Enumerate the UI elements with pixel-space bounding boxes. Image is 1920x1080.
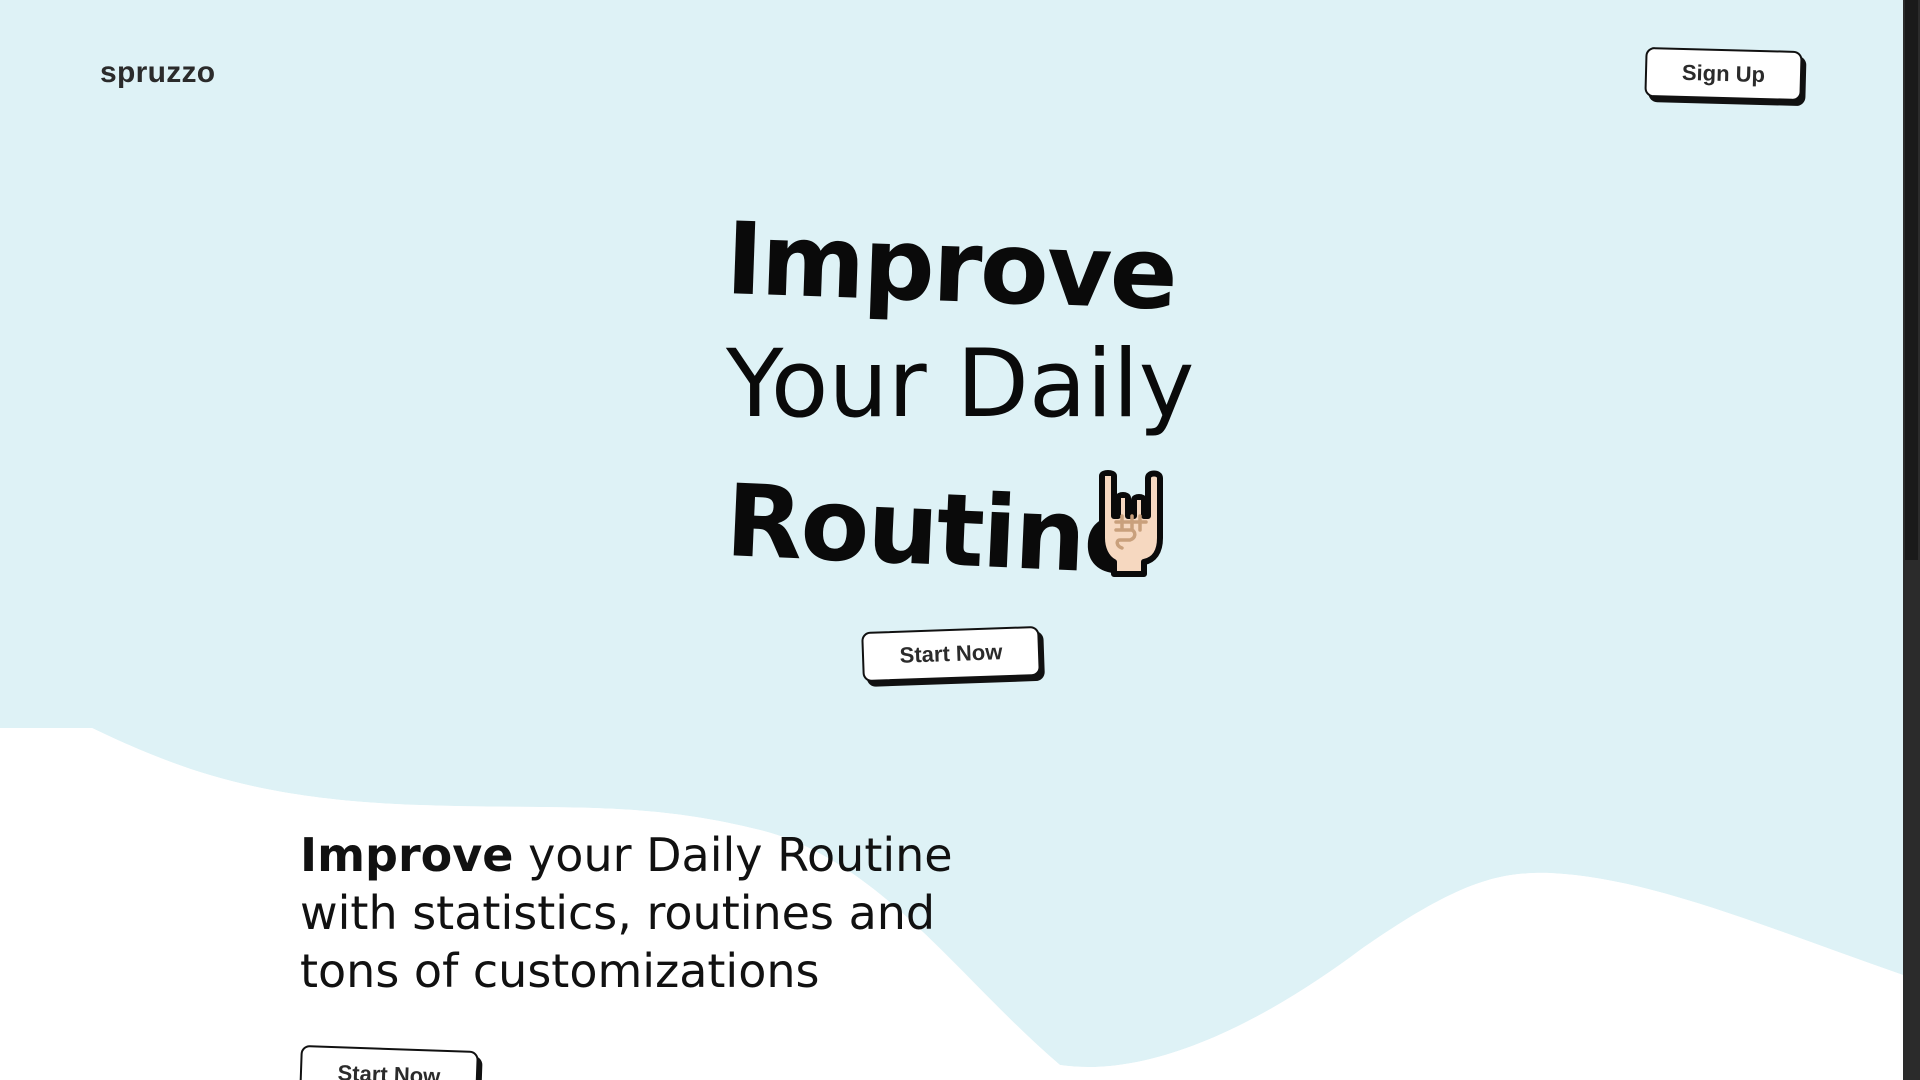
sign-up-button[interactable]: Sign Up	[1644, 46, 1803, 102]
features-start-now-button[interactable]: Start Now	[299, 1044, 479, 1080]
features-description: Improve your Daily Routine with statisti…	[300, 826, 1020, 1000]
headline-line-1: Improve	[723, 200, 1178, 333]
headline-line-2: Your Daily	[726, 330, 1195, 439]
vertical-scrollbar[interactable]	[1903, 0, 1920, 1080]
headline-line-3: Routine	[723, 462, 1153, 598]
rock-on-hand-icon	[1099, 470, 1163, 577]
landing-page: spruzzo Sign Up Improve Your Daily Routi…	[0, 0, 1920, 1080]
hero-start-now-button[interactable]: Start Now	[861, 625, 1041, 683]
scrollbar-thumb[interactable]	[1905, 0, 1918, 560]
brand-logo[interactable]: spruzzo	[100, 56, 215, 90]
features-bold-word: Improve	[300, 828, 514, 882]
